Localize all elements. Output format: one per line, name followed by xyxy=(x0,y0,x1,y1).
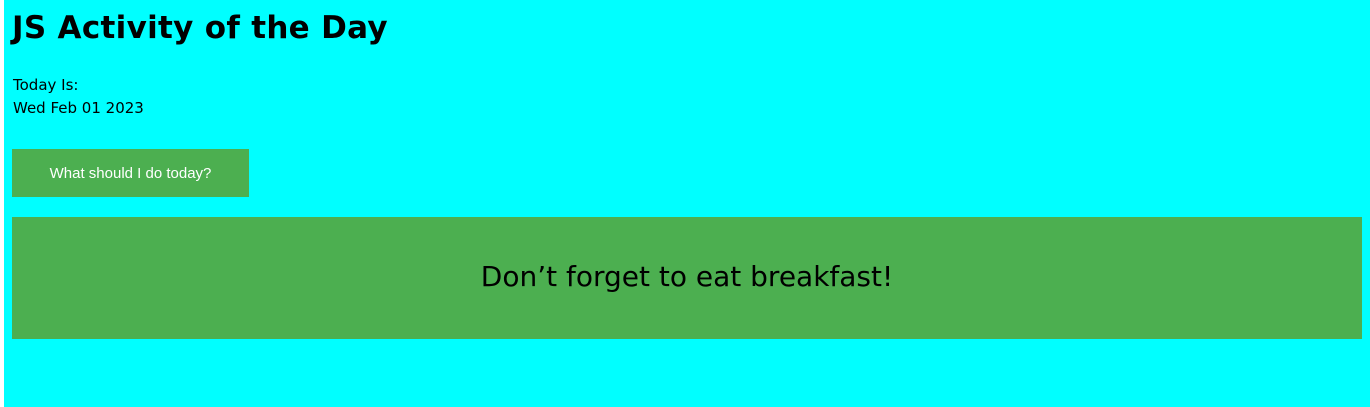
page-title: JS Activity of the Day xyxy=(12,10,388,46)
activity-button[interactable]: What should I do today? xyxy=(12,149,249,197)
left-edge-strip xyxy=(0,0,4,407)
today-date: Wed Feb 01 2023 xyxy=(13,99,144,117)
activity-message: Don’t forget to eat breakfast! xyxy=(480,260,894,293)
activity-message-box: Don’t forget to eat breakfast! xyxy=(12,217,1362,339)
activity-page: JS Activity of the Day Today Is: Wed Feb… xyxy=(12,0,1362,407)
today-label: Today Is: xyxy=(13,76,79,94)
